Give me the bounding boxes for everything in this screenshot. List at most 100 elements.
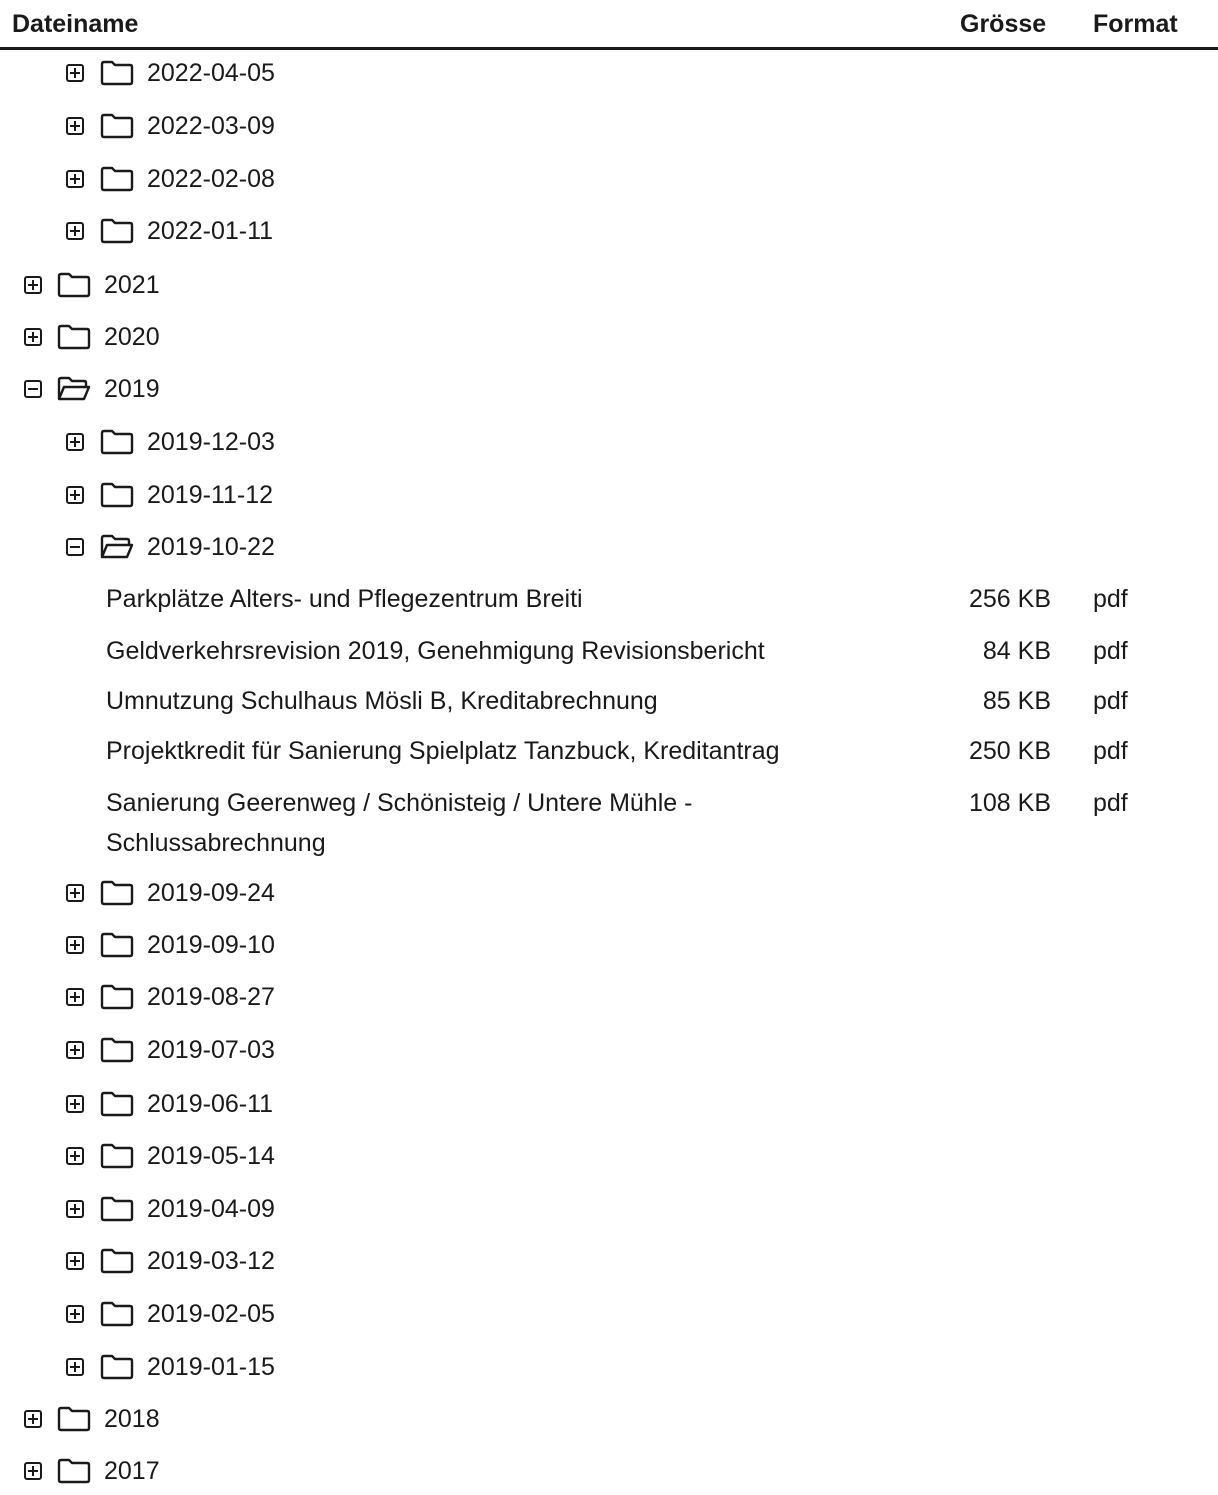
folder-row-2019-03-12[interactable]: 2019-03-12: [0, 1241, 1218, 1281]
file-format: pdf: [1093, 687, 1128, 715]
folder-row-2019[interactable]: 2019: [0, 369, 1218, 409]
folder-label[interactable]: 2020: [104, 322, 160, 352]
folder-row-2021[interactable]: 2021: [0, 265, 1218, 305]
folder-row-2019-10-22[interactable]: 2019-10-22: [0, 527, 1218, 567]
expand-icon[interactable]: [66, 988, 84, 1006]
collapse-icon[interactable]: [66, 538, 84, 556]
expand-icon[interactable]: [66, 1305, 84, 1323]
file-link[interactable]: Umnutzung Schulhaus Mösli B, Kreditabrec…: [106, 681, 846, 721]
folder-label[interactable]: 2022-01-11: [147, 216, 273, 246]
folder-icon: [100, 1354, 134, 1380]
folder-label[interactable]: 2022-04-05: [147, 58, 275, 88]
folder-label[interactable]: 2019-05-14: [147, 1141, 275, 1171]
expand-icon[interactable]: [66, 1252, 84, 1270]
folder-label[interactable]: 2019-04-09: [147, 1194, 275, 1224]
folder-label[interactable]: 2019-07-03: [147, 1035, 275, 1065]
folder-row-2019-09-10[interactable]: 2019-09-10: [0, 925, 1218, 965]
folder-row-2020[interactable]: 2020: [0, 317, 1218, 357]
folder-icon: [100, 166, 134, 192]
folder-row-2019-07-03[interactable]: 2019-07-03: [0, 1030, 1218, 1070]
expand-icon[interactable]: [66, 1041, 84, 1059]
folder-row-2019-12-03[interactable]: 2019-12-03: [0, 422, 1218, 462]
file-size: 256 KB: [968, 585, 1051, 613]
folder-label[interactable]: 2019-02-05: [147, 1299, 275, 1329]
expand-icon[interactable]: [66, 222, 84, 240]
folder-label[interactable]: 2019-12-03: [147, 427, 275, 457]
folder-icon: [100, 113, 134, 139]
folder-label[interactable]: 2019-08-27: [147, 982, 275, 1012]
folder-row-2019-04-09[interactable]: 2019-04-09: [0, 1189, 1218, 1229]
expand-icon[interactable]: [66, 170, 84, 188]
expand-icon[interactable]: [24, 328, 42, 346]
file-link[interactable]: Projektkredit für Sanierung Spielplatz T…: [106, 731, 846, 771]
folder-row-2019-11-12[interactable]: 2019-11-12: [0, 475, 1218, 515]
folder-row-2022-01-11[interactable]: 2022-01-11: [0, 211, 1218, 251]
folder-row-2017[interactable]: 2017: [0, 1451, 1218, 1491]
file-link[interactable]: Parkplätze Alters- und Pflegezentrum Bre…: [106, 579, 846, 619]
folder-label[interactable]: 2018: [104, 1404, 160, 1434]
file-size: 85 KB: [982, 687, 1051, 715]
folder-row-2022-04-05[interactable]: 2022-04-05: [0, 53, 1218, 93]
expand-icon[interactable]: [66, 1358, 84, 1376]
folder-icon: [100, 932, 134, 958]
folder-row-2019-01-15[interactable]: 2019-01-15: [0, 1347, 1218, 1387]
file-format: pdf: [1093, 737, 1128, 765]
folder-row-2022-03-09[interactable]: 2022-03-09: [0, 106, 1218, 146]
folder-row-2022-02-08[interactable]: 2022-02-08: [0, 159, 1218, 199]
folder-label[interactable]: 2019-01-15: [147, 1352, 275, 1382]
folder-icon: [100, 1143, 134, 1169]
folder-icon: [100, 1091, 134, 1117]
folder-row-2019-09-24[interactable]: 2019-09-24: [0, 873, 1218, 913]
folder-label[interactable]: 2022-02-08: [147, 164, 275, 194]
folder-label[interactable]: 2017: [104, 1456, 160, 1486]
expand-icon[interactable]: [66, 433, 84, 451]
file-link[interactable]: Geldverkehrsrevision 2019, Genehmigung R…: [106, 631, 846, 671]
folder-icon: [100, 880, 134, 906]
folder-icon: [100, 1248, 134, 1274]
folder-label[interactable]: 2019-11-12: [147, 480, 273, 510]
folder-icon: [100, 1301, 134, 1327]
folder-row-2019-02-05[interactable]: 2019-02-05: [0, 1294, 1218, 1334]
folder-label[interactable]: 2019-03-12: [147, 1246, 275, 1276]
folder-icon: [57, 1458, 91, 1484]
folder-row-2019-08-27[interactable]: 2019-08-27: [0, 977, 1218, 1017]
folder-label[interactable]: 2022-03-09: [147, 111, 275, 141]
file-tree: 2022-04-05 2022-03-09 2022-02-08 2022-01-11…: [0, 0, 1218, 1495]
expand-icon[interactable]: [66, 1095, 84, 1113]
expand-icon[interactable]: [66, 884, 84, 902]
file-format: pdf: [1093, 637, 1128, 665]
file-link[interactable]: Sanierung Geerenweg / Schönisteig / Unte…: [106, 783, 846, 863]
folder-icon: [100, 60, 134, 86]
expand-icon[interactable]: [66, 486, 84, 504]
expand-icon[interactable]: [66, 64, 84, 82]
folder-icon: [57, 324, 91, 350]
folder-icon: [57, 1406, 91, 1432]
folder-label[interactable]: 2019-09-10: [147, 930, 275, 960]
expand-icon[interactable]: [66, 1200, 84, 1218]
collapse-icon[interactable]: [24, 380, 42, 398]
folder-icon: [100, 984, 134, 1010]
expand-icon[interactable]: [66, 936, 84, 954]
folder-row-2019-05-14[interactable]: 2019-05-14: [0, 1136, 1218, 1176]
folder-icon: [100, 1037, 134, 1063]
folder-label[interactable]: 2019-10-22: [147, 532, 275, 562]
file-format: pdf: [1093, 789, 1128, 817]
folder-icon: [57, 272, 91, 298]
expand-icon[interactable]: [24, 276, 42, 294]
folder-icon: [100, 482, 134, 508]
folder-label[interactable]: 2019-06-11: [147, 1089, 273, 1119]
folder-label[interactable]: 2021: [104, 270, 160, 300]
folder-label[interactable]: 2019-09-24: [147, 878, 275, 908]
file-size: 250 KB: [968, 737, 1051, 765]
folder-label[interactable]: 2019: [104, 374, 160, 404]
expand-icon[interactable]: [66, 117, 84, 135]
file-format: pdf: [1093, 585, 1128, 613]
expand-icon[interactable]: [24, 1410, 42, 1428]
folder-row-2019-06-11[interactable]: 2019-06-11: [0, 1084, 1218, 1124]
expand-icon[interactable]: [66, 1147, 84, 1165]
folder-row-2018[interactable]: 2018: [0, 1399, 1218, 1439]
folder-icon: [100, 429, 134, 455]
expand-icon[interactable]: [24, 1462, 42, 1480]
folder-open-icon: [100, 534, 134, 560]
file-size: 108 KB: [968, 789, 1051, 817]
